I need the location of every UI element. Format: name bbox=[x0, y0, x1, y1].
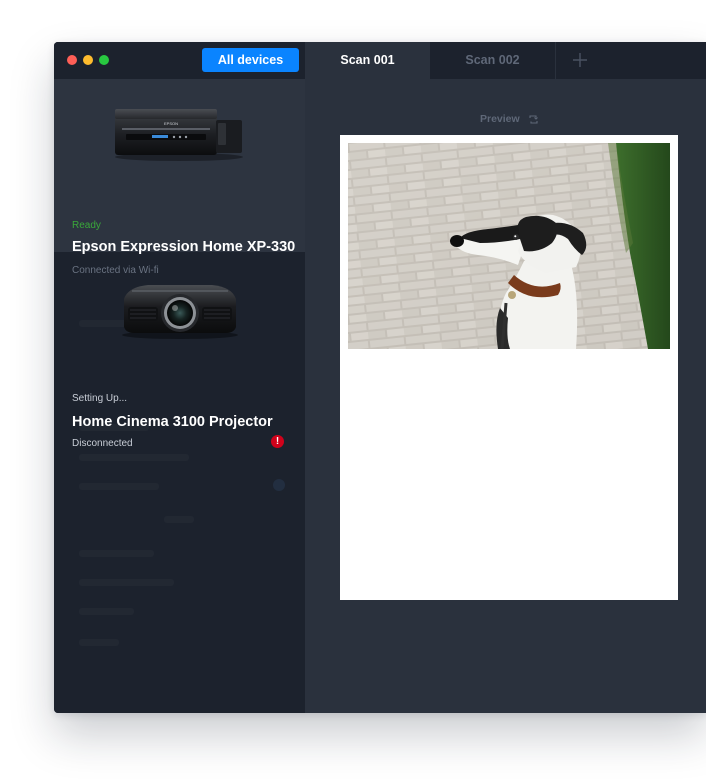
preview-label: Preview bbox=[480, 113, 520, 125]
svg-text:EPSON: EPSON bbox=[164, 121, 178, 126]
ghost-row bbox=[79, 454, 189, 461]
minimize-window-button[interactable] bbox=[83, 55, 93, 65]
refresh-icon[interactable] bbox=[528, 114, 539, 125]
ghost-row bbox=[164, 516, 194, 523]
sidebar-titlebar: All devices bbox=[54, 42, 305, 79]
device-item-projector[interactable]: Setting Up... Home Cinema 3100 Projector… bbox=[54, 252, 305, 449]
printer-icon: EPSON bbox=[115, 109, 243, 161]
ghost-row bbox=[79, 483, 159, 490]
device-status: Ready bbox=[72, 220, 101, 231]
projector-icon bbox=[122, 285, 238, 339]
tab-scan-002[interactable]: Scan 002 bbox=[430, 42, 555, 79]
ghost-row bbox=[79, 639, 119, 646]
tab-divider bbox=[555, 42, 556, 79]
device-status: Setting Up... bbox=[72, 393, 128, 404]
close-window-button[interactable] bbox=[67, 55, 77, 65]
device-connection-status: Disconnected bbox=[72, 438, 133, 449]
device-name: Home Cinema 3100 Projector bbox=[72, 414, 273, 430]
all-devices-button[interactable]: All devices bbox=[202, 48, 299, 72]
ghost-row bbox=[79, 579, 174, 586]
ghost-row bbox=[79, 550, 154, 557]
device-item-epson-printer[interactable]: EPSON Ready Epson Expression Home XP-330… bbox=[54, 79, 305, 276]
tab-scan-001[interactable]: Scan 001 bbox=[305, 42, 430, 79]
error-badge-icon[interactable]: ! bbox=[271, 435, 284, 448]
device-sidebar: All devices EPSON Ready Epson Expression… bbox=[54, 42, 305, 713]
add-tab-icon[interactable] bbox=[567, 50, 593, 70]
maximize-window-button[interactable] bbox=[99, 55, 109, 65]
scanner-app-window: All devices EPSON Ready Epson Expression… bbox=[54, 42, 706, 713]
ghost-dot bbox=[273, 479, 285, 491]
ghost-row bbox=[79, 608, 134, 615]
scan-tabbar: Scan 001 Scan 002 bbox=[305, 42, 706, 79]
scan-preview-page[interactable] bbox=[340, 135, 678, 600]
scanned-dog-photo bbox=[348, 143, 670, 349]
